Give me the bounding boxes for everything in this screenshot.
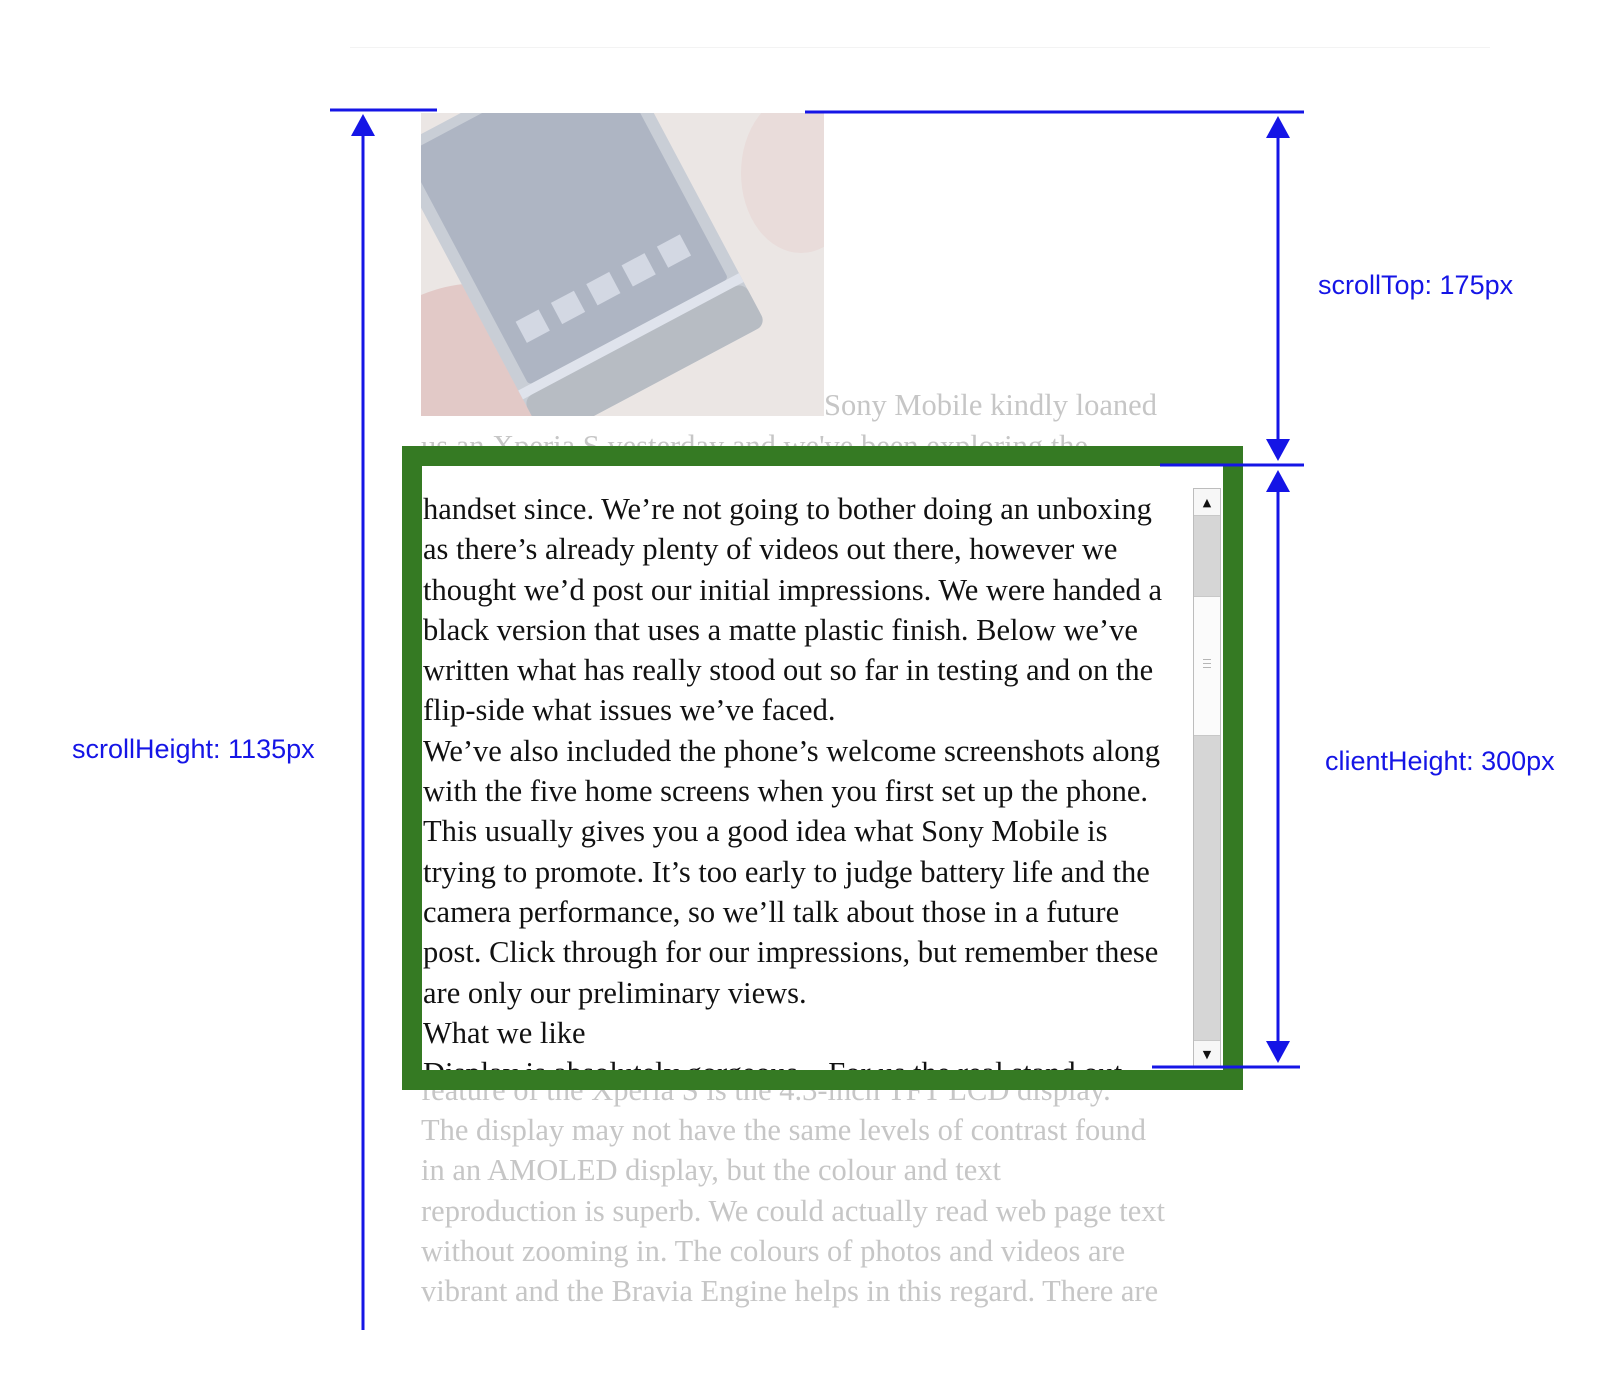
client-height-arrowhead-up xyxy=(1266,470,1290,492)
scroll-top-label: scrollTop: 175px xyxy=(1318,270,1514,300)
scroll-top-arrowhead-up xyxy=(1266,116,1290,138)
scroll-height-arrowhead xyxy=(351,114,375,136)
scroll-top-arrowhead-down xyxy=(1266,439,1290,461)
client-height-arrowhead-down xyxy=(1266,1041,1290,1063)
client-height-label: clientHeight: 300px xyxy=(1325,746,1555,776)
scroll-height-label: scrollHeight: 1135px xyxy=(72,734,315,764)
measurement-arrows xyxy=(330,108,1304,1330)
